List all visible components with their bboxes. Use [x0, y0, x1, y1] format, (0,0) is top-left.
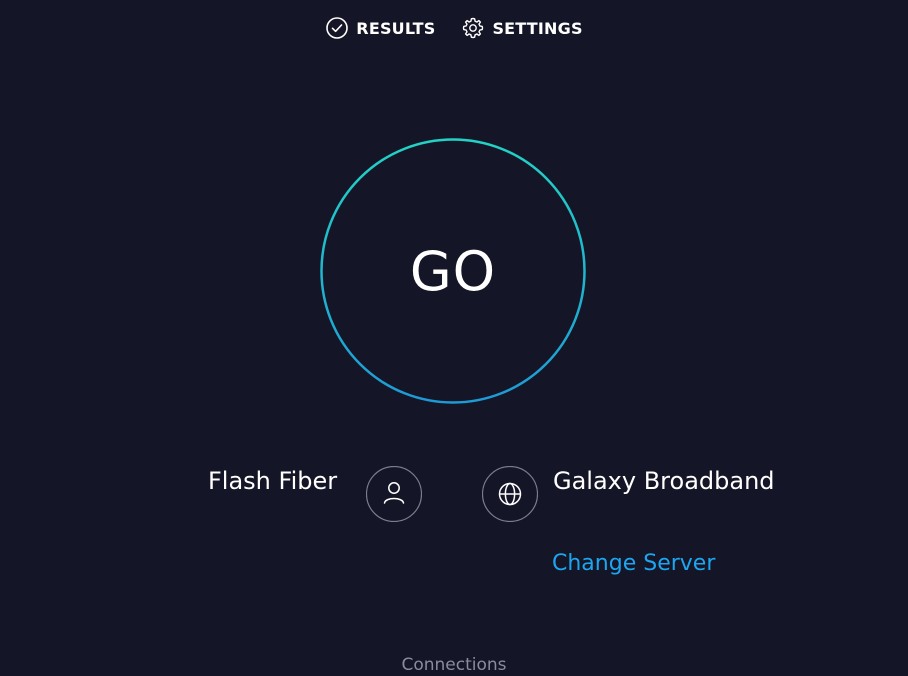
isp-name: Flash Fiber [208, 467, 338, 495]
change-server-link[interactable]: Change Server [552, 551, 715, 576]
results-label: RESULTS [356, 18, 436, 38]
settings-nav-button[interactable]: SETTINGS [461, 16, 583, 40]
server-name: Galaxy Broadband [553, 467, 775, 495]
results-nav-button[interactable]: RESULTS [325, 16, 435, 40]
globe-icon [481, 465, 539, 523]
gear-icon [461, 16, 485, 40]
top-navigation: RESULTS SETTINGS [0, 14, 908, 42]
check-circle-icon [325, 16, 349, 40]
connections-label[interactable]: Connections [0, 655, 908, 675]
settings-label: SETTINGS [492, 18, 583, 38]
user-icon [365, 465, 423, 523]
go-button[interactable]: GO [320, 138, 586, 404]
go-label: GO [409, 239, 497, 303]
